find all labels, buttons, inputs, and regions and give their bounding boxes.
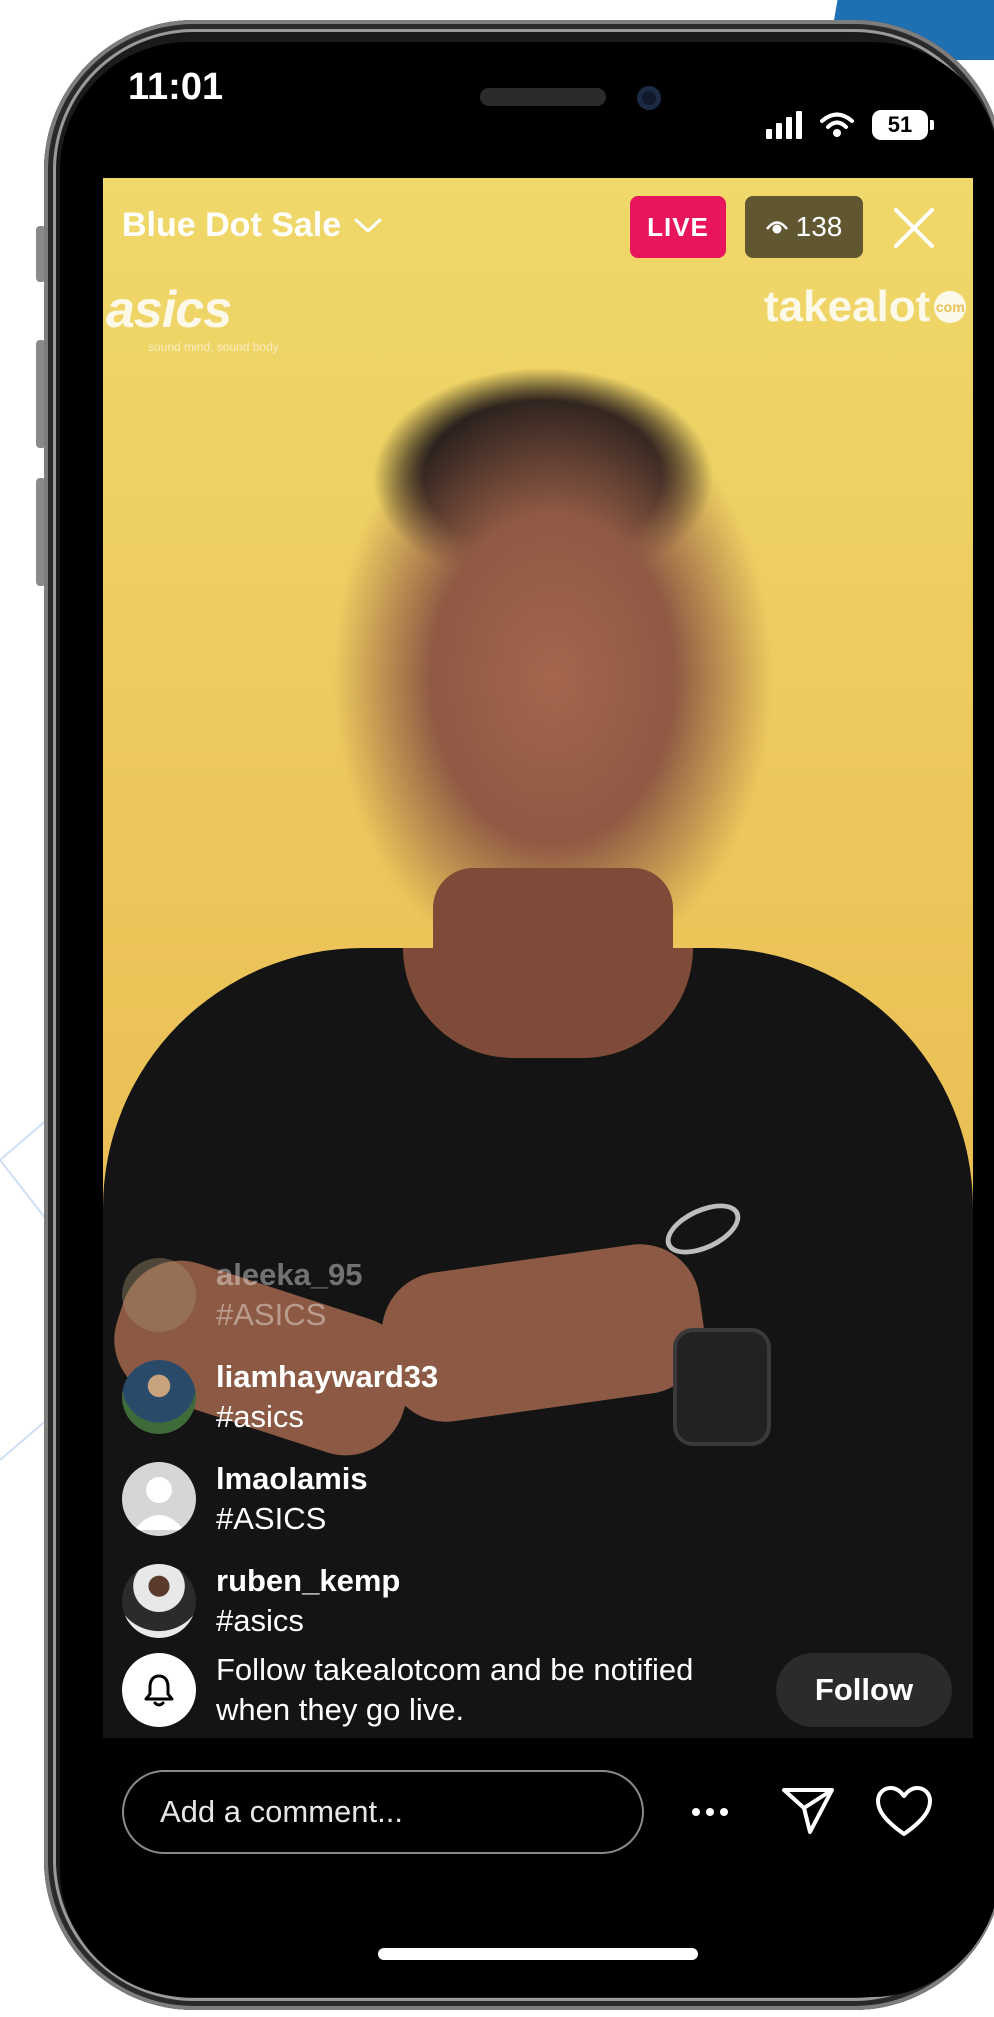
avatar[interactable] <box>122 1360 196 1434</box>
comment-input[interactable]: Add a comment... <box>122 1770 644 1854</box>
comment-item: lmaolamis #ASICS <box>122 1448 722 1550</box>
takealot-logo: takealot com <box>764 282 967 332</box>
eye-icon <box>765 221 788 234</box>
default-avatar-icon <box>134 1477 184 1530</box>
comment-text: #asics <box>216 1399 304 1434</box>
asics-logo-text: asics <box>106 281 232 339</box>
comment-item: ruben_kemp #asics <box>122 1550 722 1652</box>
status-time: 11:01 <box>128 66 224 108</box>
heart-icon[interactable] <box>874 1784 934 1838</box>
takealot-logo-suffix: com <box>934 291 967 323</box>
avatar[interactable] <box>122 1258 196 1332</box>
status-icons: 51 <box>766 110 934 140</box>
comment-username[interactable]: lmaolamis <box>216 1459 368 1499</box>
more-icon[interactable] <box>690 1792 730 1832</box>
takealot-logo-text: takealot <box>764 282 931 331</box>
comment-username[interactable]: liamhayward33 <box>216 1357 438 1397</box>
comment-text: #ASICS <box>216 1501 327 1536</box>
comment-item: liamhayward33 #asics <box>122 1346 722 1448</box>
notification-bell[interactable] <box>122 1653 196 1727</box>
live-title-text: Blue Dot Sale <box>122 206 342 244</box>
comment-username[interactable]: aleeka_95 <box>216 1255 363 1295</box>
front-camera <box>637 86 661 110</box>
close-icon[interactable] <box>890 204 938 252</box>
avatar[interactable] <box>122 1462 196 1536</box>
comment-list: aleeka_95 #ASICS liamhayward33 #asics lm… <box>122 1244 722 1652</box>
comment-username[interactable]: ruben_kemp <box>216 1561 400 1601</box>
avatar[interactable] <box>122 1564 196 1638</box>
live-title[interactable]: Blue Dot Sale <box>122 206 383 245</box>
send-icon[interactable] <box>780 1782 836 1838</box>
comment-text: #asics <box>216 1603 304 1638</box>
earpiece-speaker <box>480 88 606 106</box>
home-indicator[interactable] <box>378 1948 698 1960</box>
live-badge: LIVE <box>630 196 726 258</box>
follow-prompt-text: Follow takealotcom and be notified when … <box>216 1652 694 1727</box>
comment-item: aleeka_95 #ASICS <box>122 1244 722 1346</box>
viewer-count: 138 <box>795 211 843 242</box>
signal-icon <box>766 111 802 139</box>
asics-tagline: sound mind, sound body <box>148 340 279 354</box>
battery-icon: 51 <box>872 110 934 140</box>
chevron-down-icon <box>354 218 382 232</box>
wifi-icon <box>820 112 854 137</box>
asics-logo: asics <box>106 280 232 340</box>
bell-icon <box>144 1674 174 1707</box>
comment-text: #ASICS <box>216 1297 327 1332</box>
follow-button[interactable]: Follow <box>776 1653 952 1727</box>
viewer-count-badge[interactable]: 138 <box>745 196 863 258</box>
follow-prompt: Follow takealotcom and be notified when … <box>122 1650 952 1730</box>
